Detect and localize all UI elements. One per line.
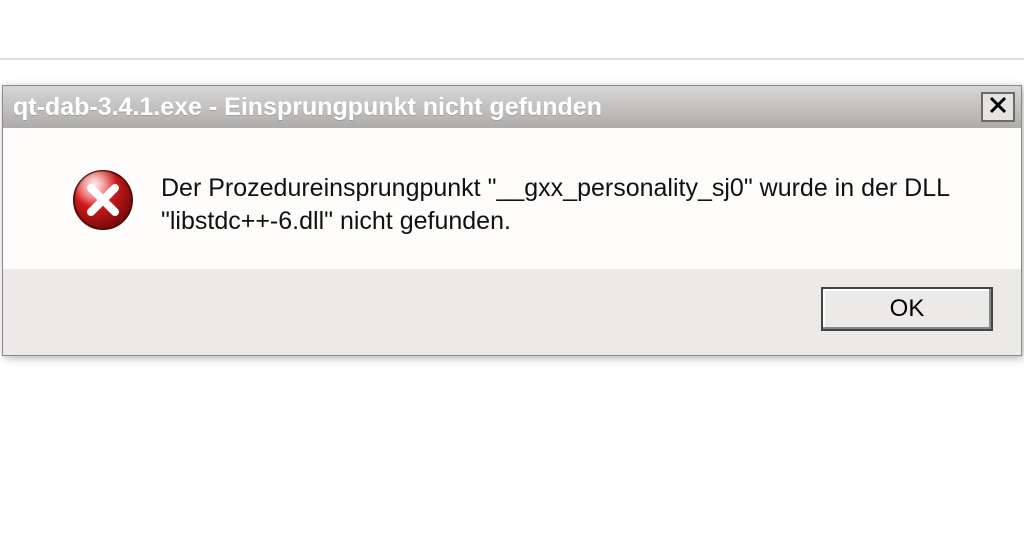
dialog-message: Der Prozedureinsprungpunkt "__gxx_person… [161,168,985,237]
dialog-title: qt-dab-3.4.1.exe - Einsprungpunkt nicht … [13,93,981,122]
ok-button[interactable]: OK [821,287,993,331]
ok-button-label: OK [890,295,925,323]
titlebar[interactable]: qt-dab-3.4.1.exe - Einsprungpunkt nicht … [3,86,1021,128]
background-divider [0,58,1024,60]
error-dialog: qt-dab-3.4.1.exe - Einsprungpunkt nicht … [2,85,1022,356]
dialog-footer: OK [3,269,1021,355]
close-icon [989,96,1007,119]
error-icon [71,168,135,232]
close-button[interactable] [981,92,1015,122]
dialog-body: Der Prozedureinsprungpunkt "__gxx_person… [3,128,1021,269]
